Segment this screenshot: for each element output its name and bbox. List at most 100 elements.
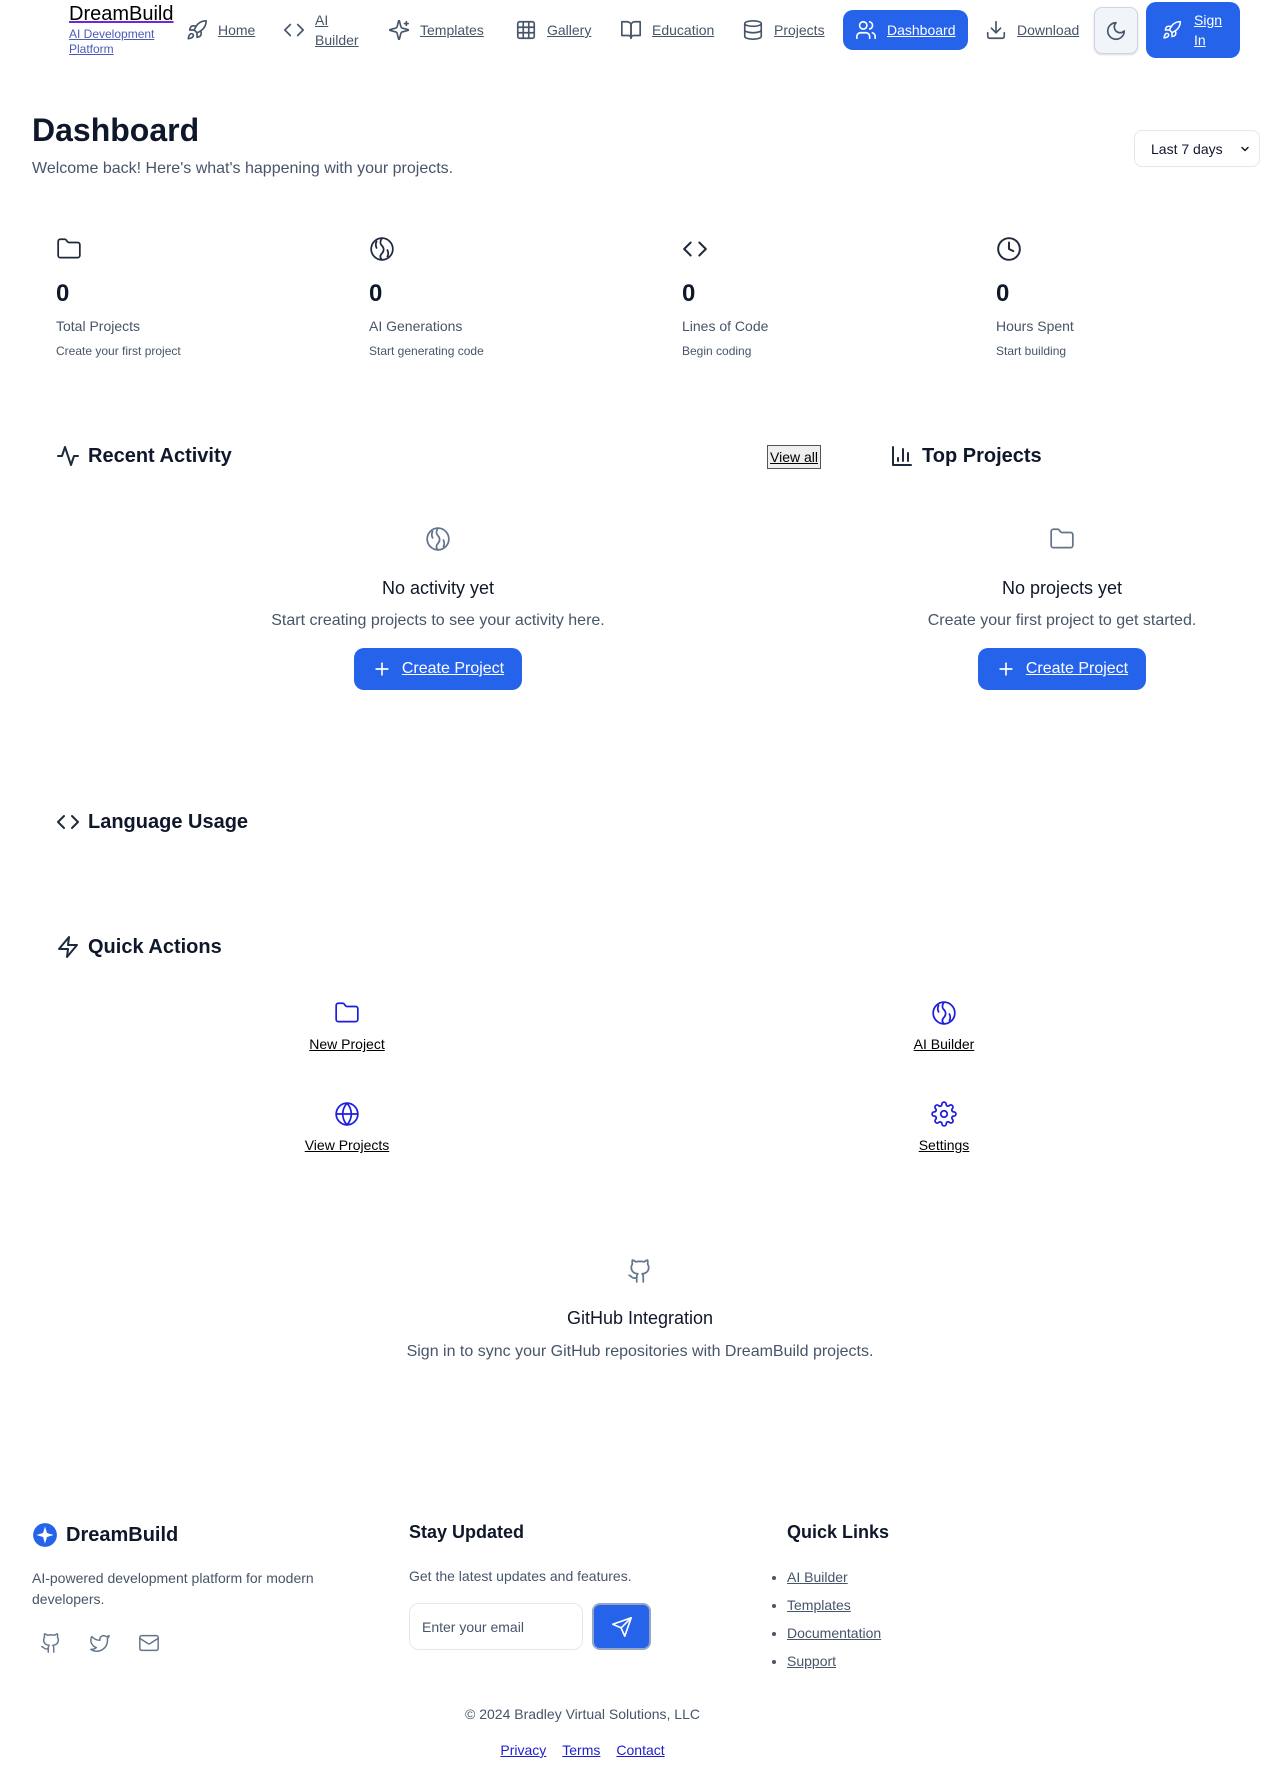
quick-links-list: AI Builder Templates Documentation Suppo… <box>787 1568 881 1680</box>
nav-projects[interactable]: Projects <box>742 0 825 60</box>
quick-action-new-project[interactable]: New Project <box>247 1000 447 1052</box>
chevron-down-icon <box>1239 143 1251 155</box>
activity-icon <box>56 444 80 468</box>
quick-action-label: Settings <box>918 1137 970 1153</box>
plus-icon <box>372 659 392 679</box>
newsletter-title: Stay Updated <box>409 1522 525 1542</box>
nav-label: Projects <box>774 22 825 38</box>
quick-action-label: AI Builder <box>913 1036 975 1052</box>
nav-gallery[interactable]: Gallery <box>515 0 591 60</box>
create-project-button[interactable]: Create Project <box>978 648 1146 690</box>
folder-icon <box>247 1000 447 1026</box>
top-projects-empty-state: No projects yet Create your first projec… <box>852 526 1272 690</box>
quick-action-ai-builder[interactable]: AI Builder <box>844 1000 1044 1052</box>
brain-icon <box>228 526 648 552</box>
nav-label: Gallery <box>547 22 592 38</box>
globe-icon <box>247 1101 447 1127</box>
brand[interactable]: DreamBuild AI Development Platform <box>69 3 179 57</box>
brand-name[interactable]: DreamBuild <box>69 3 179 25</box>
newsletter-submit-button[interactable] <box>592 1603 651 1650</box>
newsletter-email-input[interactable] <box>409 1603 583 1650</box>
folder-icon <box>56 236 316 262</box>
code-icon <box>682 236 942 262</box>
brain-icon <box>844 1000 1044 1026</box>
nav-download[interactable]: Download <box>985 0 1079 60</box>
grid-icon <box>515 19 537 41</box>
privacy-link[interactable]: Privacy <box>500 1742 546 1758</box>
footer-link-templates[interactable]: Templates <box>787 1597 851 1613</box>
gear-icon <box>844 1101 1044 1127</box>
terms-link[interactable]: Terms <box>562 1742 600 1758</box>
rocket-icon <box>186 19 208 41</box>
sign-in-button[interactable]: Sign In <box>1146 2 1240 58</box>
create-project-button[interactable]: Create Project <box>354 648 522 690</box>
copyright: © 2024 Bradley Virtual Solutions, LLC <box>465 1706 700 1722</box>
stat-label: Hours Spent <box>996 318 1074 334</box>
sign-in-label: Sign In <box>1194 12 1223 48</box>
nav-label: Dashboard <box>887 22 956 38</box>
date-range-select[interactable]: Last 7 days <box>1134 130 1260 167</box>
stat-label: Total Projects <box>56 318 141 334</box>
list-item: Support <box>787 1652 881 1670</box>
nav-label: Download <box>1017 22 1080 38</box>
nav-label: Templates <box>420 22 484 38</box>
nav-dashboard[interactable]: Dashboard <box>843 10 968 50</box>
github-subtitle: Sign in to sync your GitHub repositories… <box>406 1343 874 1360</box>
nav-label: Home <box>218 22 256 38</box>
empty-subtitle: Create your first project to get started… <box>927 612 1197 629</box>
stat-value: 0 <box>996 280 1010 307</box>
stat-hint: Create your first project <box>56 344 181 358</box>
twitter-link[interactable] <box>89 1632 111 1654</box>
nav-ai-builder[interactable]: AI Builder <box>283 0 363 60</box>
newsletter-text: Get the latest updates and features. <box>409 1568 632 1584</box>
recent-activity-heading: Recent Activity <box>56 444 232 468</box>
clock-icon <box>996 236 1256 262</box>
date-range-value: Last 7 days <box>1151 140 1223 157</box>
github-link[interactable] <box>40 1632 62 1654</box>
nav-education[interactable]: Education <box>620 0 714 60</box>
section-title: Quick Actions <box>88 935 222 958</box>
list-item: Templates <box>787 1596 881 1614</box>
folder-icon <box>852 526 1272 552</box>
empty-title: No activity yet <box>381 578 495 598</box>
sparkles-icon <box>388 19 410 41</box>
users-icon <box>855 19 877 41</box>
top-projects-heading: Top Projects <box>890 444 1042 468</box>
nav-label: AI Builder <box>315 12 359 48</box>
footer-brand: DreamBuild <box>32 1522 178 1548</box>
brand-tagline[interactable]: AI Development Platform <box>69 27 179 57</box>
code-icon <box>56 810 80 834</box>
stat-label: Lines of Code <box>682 318 769 334</box>
footer-link-support[interactable]: Support <box>787 1653 836 1669</box>
moon-icon <box>1105 20 1127 42</box>
nav-templates[interactable]: Templates <box>388 0 484 60</box>
stat-hint: Start generating code <box>369 344 484 358</box>
send-icon <box>611 1616 633 1638</box>
footer-brand-name: DreamBuild <box>66 1523 179 1546</box>
quick-action-label: New Project <box>309 1036 385 1052</box>
theme-toggle-button[interactable] <box>1094 7 1138 54</box>
stat-label: AI Generations <box>369 318 463 334</box>
quick-action-settings[interactable]: Settings <box>844 1101 1044 1153</box>
social-links <box>40 1632 160 1654</box>
logo-icon <box>32 1522 58 1548</box>
quick-actions-heading: Quick Actions <box>56 935 222 959</box>
footer-link-ai-builder[interactable]: AI Builder <box>787 1569 848 1585</box>
email-link[interactable] <box>138 1632 160 1654</box>
view-all-button[interactable]: View all <box>767 445 821 469</box>
plus-icon <box>996 659 1016 679</box>
bar-chart-icon <box>890 444 914 468</box>
top-nav: DreamBuild AI Development Platform Home … <box>0 0 1280 62</box>
contact-link[interactable]: Contact <box>616 1742 664 1758</box>
create-project-label: Create Project <box>1025 660 1129 677</box>
recent-activity-empty-state: No activity yet Start creating projects … <box>228 526 648 690</box>
brain-icon <box>369 236 629 262</box>
github-icon <box>40 1632 62 1654</box>
stat-card-lines-of-code: 0 Lines of Code Begin coding <box>682 236 942 358</box>
footer-link-documentation[interactable]: Documentation <box>787 1625 881 1641</box>
rocket-icon <box>1162 20 1182 40</box>
quick-action-view-projects[interactable]: View Projects <box>247 1101 447 1153</box>
stat-hint: Start building <box>996 344 1067 358</box>
page-title: Dashboard <box>32 112 200 148</box>
nav-home[interactable]: Home <box>186 0 255 60</box>
